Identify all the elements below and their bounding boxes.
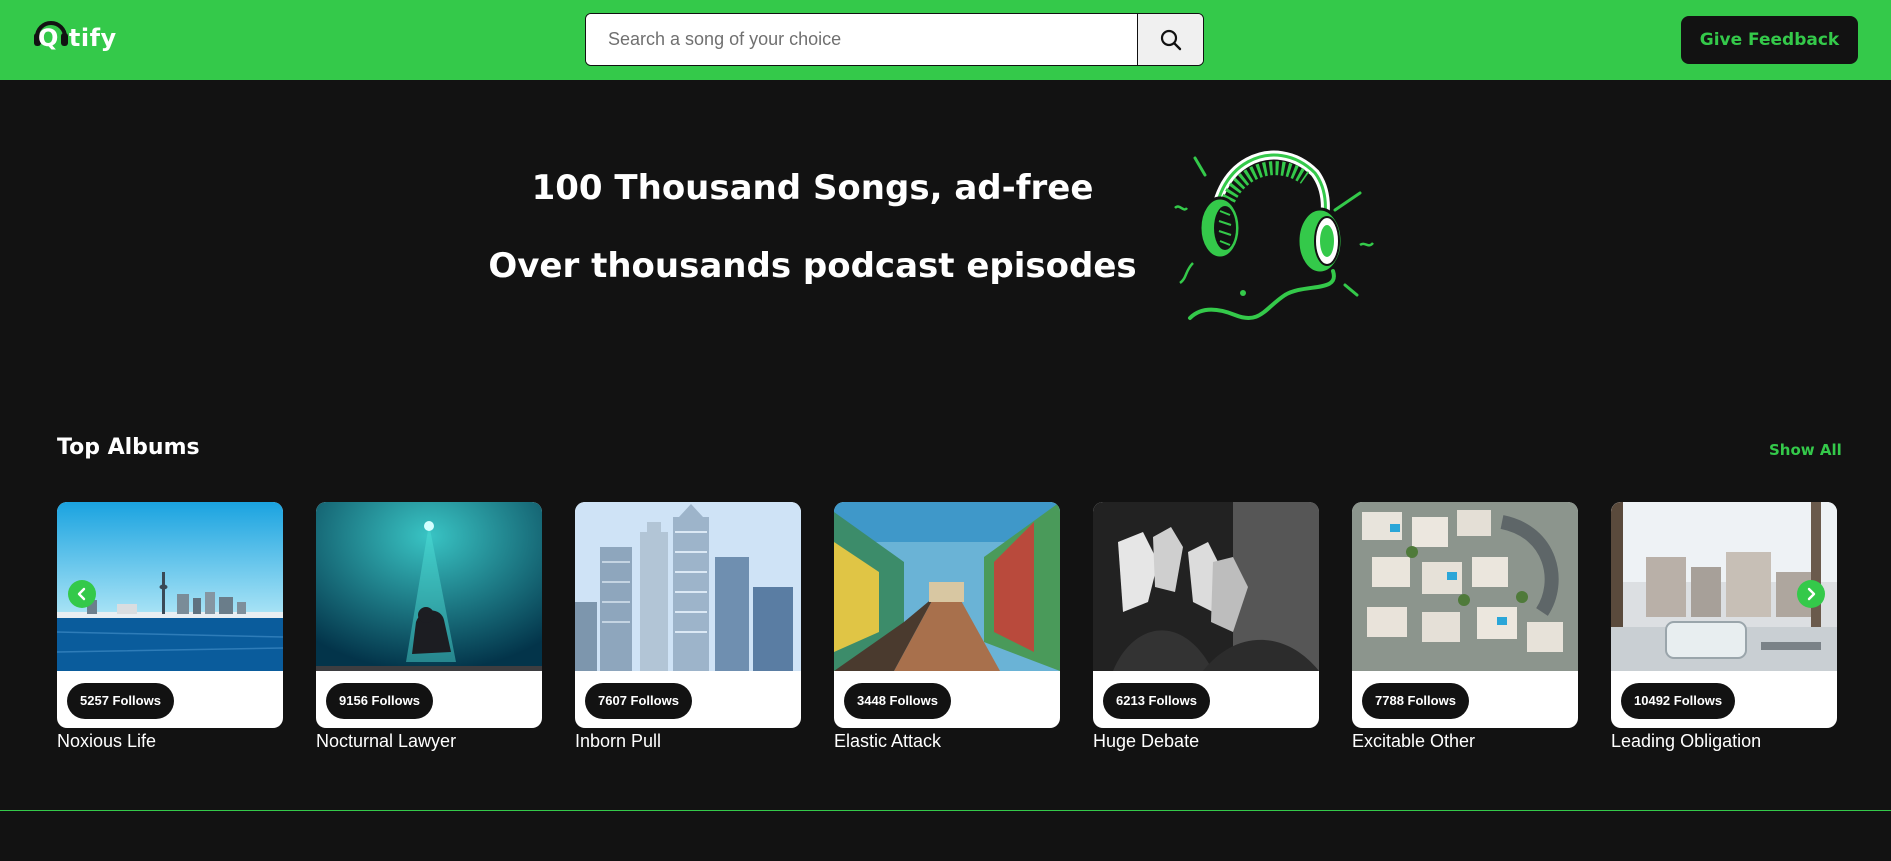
album-title[interactable]: Huge Debate [1093,731,1319,752]
album-card-box[interactable]: 7788 Follows [1352,502,1578,728]
album-card[interactable]: 9156 Follows Nocturnal Lawyer [316,502,542,752]
album-cover-image [316,502,542,671]
album-cover-image [834,502,1060,671]
section-divider [0,810,1891,811]
album-title[interactable]: Elastic Attack [834,731,1060,752]
logo-letter: Q [38,24,59,52]
album-card-box[interactable]: 5257 Follows [57,502,283,728]
follows-badge: 9156 Follows [326,683,433,719]
hero-headline: 100 Thousand Songs, ad-free [531,168,1094,208]
navbar: Qtify Give Feedback [0,0,1891,80]
album-card-box[interactable]: 6213 Follows [1093,502,1319,728]
album-title[interactable]: Noxious Life [57,731,283,752]
album-cover-image [1093,502,1319,671]
album-title[interactable]: Excitable Other [1352,731,1578,752]
follows-badge: 10492 Follows [1621,683,1736,719]
album-card[interactable]: 7788 Follows Excitable Other [1352,502,1578,752]
logo-text: Qtify [38,24,117,52]
album-cover-image [1352,502,1578,671]
logo-wordmark: tify [68,24,117,52]
album-card[interactable]: 10492 Follows Leading Obligation [1611,502,1837,752]
headphones-illustration [1174,150,1374,320]
follows-badge: 3448 Follows [844,683,951,719]
top-albums-title: Top Albums [57,435,200,460]
album-card-box[interactable]: 7607 Follows [575,502,801,728]
album-card[interactable]: 5257 Follows Noxious Life [57,502,283,752]
search-button[interactable] [1137,14,1203,65]
album-card-box[interactable]: 3448 Follows [834,502,1060,728]
album-card[interactable]: 6213 Follows Huge Debate [1093,502,1319,752]
show-all-link[interactable]: Show All [1769,441,1842,459]
follows-badge: 5257 Follows [67,683,174,719]
hero-subheadline: Over thousands podcast episodes [488,246,1137,286]
album-card[interactable]: 3448 Follows Elastic Attack [834,502,1060,752]
search-bar [585,13,1204,66]
search-input[interactable] [586,14,1138,65]
carousel-prev-button[interactable] [68,580,96,608]
album-card-box[interactable]: 10492 Follows [1611,502,1837,728]
follows-badge: 7607 Follows [585,683,692,719]
album-card[interactable]: 7607 Follows Inborn Pull [575,502,801,752]
search-icon [1160,29,1181,50]
follows-badge: 6213 Follows [1103,683,1210,719]
give-feedback-button[interactable]: Give Feedback [1681,16,1858,64]
album-title[interactable]: Nocturnal Lawyer [316,731,542,752]
chevron-right-icon [1807,587,1816,601]
album-title[interactable]: Leading Obligation [1611,731,1837,752]
album-card-box[interactable]: 9156 Follows [316,502,542,728]
carousel-next-button[interactable] [1797,580,1825,608]
follows-badge: 7788 Follows [1362,683,1469,719]
chevron-left-icon [77,587,86,601]
album-title[interactable]: Inborn Pull [575,731,801,752]
album-cover-image [575,502,801,671]
